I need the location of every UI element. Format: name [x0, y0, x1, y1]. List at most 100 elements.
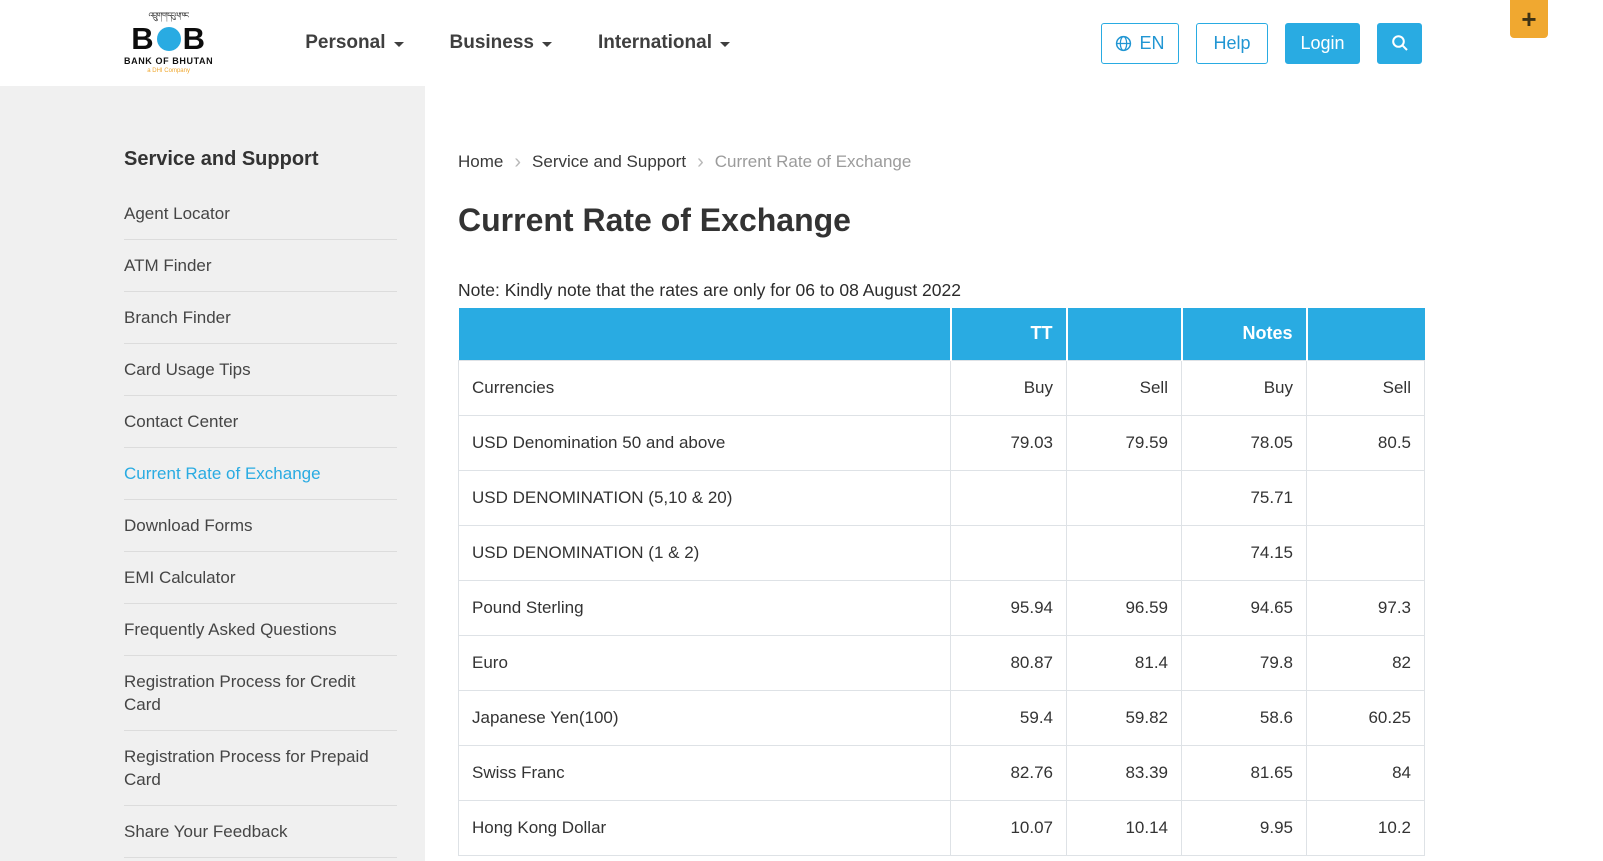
chevron-down-icon: [720, 42, 730, 47]
nav-personal[interactable]: Personal: [305, 32, 403, 54]
sidebar-item[interactable]: Card Usage Tips: [124, 344, 397, 396]
notes-buy-cell: 78.05: [1182, 415, 1307, 470]
search-button[interactable]: [1377, 23, 1422, 64]
notes-sell-cell: 97.3: [1307, 580, 1425, 635]
currency-cell: Pound Sterling: [459, 580, 951, 635]
rates-header-row: TT Notes: [459, 308, 1425, 360]
notes-buy-cell: 79.8: [1182, 635, 1307, 690]
header-actions: EN Help Login: [1101, 23, 1422, 64]
notes-sell-cell: [1307, 470, 1425, 525]
header-cell-tt: TT: [951, 308, 1067, 360]
table-row: USD Denomination 50 and above 79.03 79.5…: [459, 415, 1425, 470]
table-row: Japanese Yen(100) 59.4 59.82 58.6 60.25: [459, 690, 1425, 745]
tt-sell-cell: 81.4: [1067, 635, 1182, 690]
currency-cell: Japanese Yen(100): [459, 690, 951, 745]
subheader-notes-buy: Buy: [1182, 360, 1307, 415]
login-button[interactable]: Login: [1285, 23, 1360, 64]
tt-sell-cell: 96.59: [1067, 580, 1182, 635]
table-row: Euro 80.87 81.4 79.8 82: [459, 635, 1425, 690]
breadcrumb: Home › Service and Support › Current Rat…: [458, 150, 1603, 174]
header: འབྲུག་གི་དངུལ་ཁང་ B B BANK OF BHUTAN a D…: [0, 0, 1603, 86]
tt-buy-cell: 59.4: [951, 690, 1067, 745]
chevron-down-icon: [394, 42, 404, 47]
breadcrumb-home[interactable]: Home: [458, 150, 503, 174]
sidebar-item[interactable]: Branch Finder: [124, 292, 397, 344]
logo-tagline: a DHI Company: [147, 68, 190, 74]
sidebar: Service and Support Agent LocatorATM Fin…: [0, 86, 425, 861]
table-row: Hong Kong Dollar 10.07 10.14 9.95 10.2: [459, 800, 1425, 855]
chevron-right-icon: ›: [514, 152, 521, 172]
logo-circle-icon: [157, 27, 181, 51]
main-content: Home › Service and Support › Current Rat…: [425, 86, 1603, 861]
notes-buy-cell: 74.15: [1182, 525, 1307, 580]
tt-sell-cell: [1067, 525, 1182, 580]
currency-cell: USD Denomination 50 and above: [459, 415, 951, 470]
sidebar-item[interactable]: ATM Finder: [124, 240, 397, 292]
sidebar-item[interactable]: Current Rate of Exchange: [124, 448, 397, 500]
accessibility-plus-button[interactable]: +: [1510, 0, 1548, 38]
table-row: USD DENOMINATION (1 & 2) 74.15: [459, 525, 1425, 580]
breadcrumb-service-and-support[interactable]: Service and Support: [532, 150, 686, 174]
notes-sell-cell: 10.2: [1307, 800, 1425, 855]
sidebar-item[interactable]: Download Forms: [124, 500, 397, 552]
page-title: Current Rate of Exchange: [458, 198, 1603, 242]
tt-buy-cell: 95.94: [951, 580, 1067, 635]
header-cell-empty: [1307, 308, 1425, 360]
currency-cell: USD DENOMINATION (5,10 & 20): [459, 470, 951, 525]
tt-buy-cell: 10.07: [951, 800, 1067, 855]
notes-buy-cell: 75.71: [1182, 470, 1307, 525]
tt-sell-cell: 79.59: [1067, 415, 1182, 470]
notes-buy-cell: 81.65: [1182, 745, 1307, 800]
table-row: Pound Sterling 95.94 96.59 94.65 97.3: [459, 580, 1425, 635]
help-button[interactable]: Help: [1196, 23, 1268, 64]
tt-buy-cell: [951, 470, 1067, 525]
tt-buy-cell: 80.87: [951, 635, 1067, 690]
notes-sell-cell: 60.25: [1307, 690, 1425, 745]
tt-sell-cell: 83.39: [1067, 745, 1182, 800]
subheader-notes-sell: Sell: [1307, 360, 1425, 415]
header-cell-empty: [1067, 308, 1182, 360]
table-row: Swiss Franc 82.76 83.39 81.65 84: [459, 745, 1425, 800]
breadcrumb-current-page: Current Rate of Exchange: [715, 150, 912, 174]
globe-icon: [1115, 35, 1132, 52]
rates-tbody: Currencies Buy Sell Buy Sell USD Denomin…: [459, 360, 1425, 855]
notes-sell-cell: 80.5: [1307, 415, 1425, 470]
sidebar-item[interactable]: Registration Process for Prepaid Card: [124, 731, 397, 806]
tt-buy-cell: 79.03: [951, 415, 1067, 470]
body: Service and Support Agent LocatorATM Fin…: [0, 86, 1603, 861]
sidebar-item[interactable]: Frequently Asked Questions: [124, 604, 397, 656]
logo-letter-b1: B: [131, 23, 154, 54]
sidebar-item[interactable]: Agent Locator: [124, 188, 397, 240]
tt-buy-cell: [951, 525, 1067, 580]
subheader-tt-buy: Buy: [951, 360, 1067, 415]
bank-logo[interactable]: འབྲུག་གི་དངུལ་ཁང་ B B BANK OF BHUTAN a D…: [124, 12, 213, 74]
header-cell-empty: [459, 308, 951, 360]
rates-subheader-row: Currencies Buy Sell Buy Sell: [459, 360, 1425, 415]
header-cell-notes: Notes: [1182, 308, 1307, 360]
sidebar-item[interactable]: Registration Process for Credit Card: [124, 656, 397, 731]
tt-sell-cell: 10.14: [1067, 800, 1182, 855]
currency-cell: Euro: [459, 635, 951, 690]
sidebar-item[interactable]: EMI Calculator: [124, 552, 397, 604]
sidebar-title: Service and Support: [124, 146, 397, 172]
sidebar-item[interactable]: Contact Center: [124, 396, 397, 448]
sidebar-item[interactable]: Share Your Feedback: [124, 806, 397, 858]
plus-icon: +: [1521, 6, 1536, 32]
currency-cell: Hong Kong Dollar: [459, 800, 951, 855]
tt-buy-cell: 82.76: [951, 745, 1067, 800]
currency-cell: Swiss Franc: [459, 745, 951, 800]
notes-buy-cell: 9.95: [1182, 800, 1307, 855]
subheader-currencies: Currencies: [459, 360, 951, 415]
nav-business[interactable]: Business: [450, 32, 552, 54]
notes-sell-cell: 84: [1307, 745, 1425, 800]
language-button[interactable]: EN: [1101, 23, 1179, 64]
tt-sell-cell: [1067, 470, 1182, 525]
exchange-rates-table: TT Notes Currencies Buy Sell Buy Sell: [458, 308, 1425, 856]
nav-international[interactable]: International: [598, 32, 730, 54]
chevron-right-icon: ›: [697, 152, 704, 172]
chevron-down-icon: [542, 42, 552, 47]
page: + འབྲུག་གི་དངུལ་ཁང་ B B BANK OF BHUTAN a…: [0, 0, 1603, 861]
search-icon: [1391, 34, 1409, 52]
notes-buy-cell: 58.6: [1182, 690, 1307, 745]
notes-sell-cell: 82: [1307, 635, 1425, 690]
